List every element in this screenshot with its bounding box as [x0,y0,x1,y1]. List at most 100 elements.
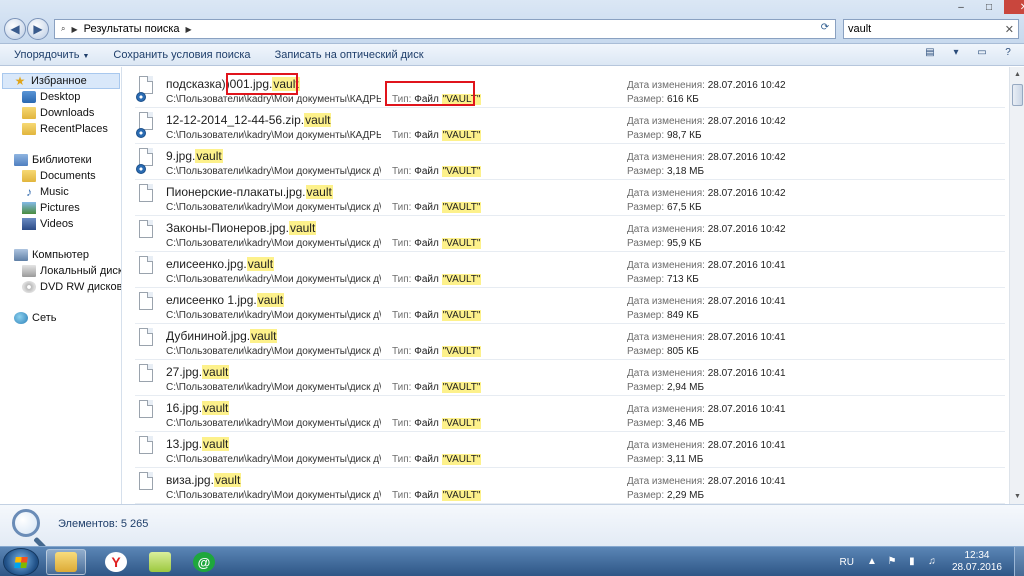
nav-favorites[interactable]: ★ Избранное [2,73,120,89]
back-button[interactable]: ◀ [4,18,26,40]
nav-label: RecentPlaces [40,123,108,135]
file-name[interactable]: виза.jpg.vault [166,473,242,487]
minimize-button[interactable]: – [948,0,974,14]
file-name[interactable]: елисеенко 1.jpg.vault [166,293,285,307]
nav-desktop[interactable]: Desktop [22,89,80,105]
file-row[interactable]: елисеенко.jpg.vault C:\Пользователи\kadry… [135,252,1005,288]
nav-label: DVD RW дисковод (D [40,281,122,293]
file-name[interactable]: 16.jpg.vault [166,401,230,415]
nav-documents[interactable]: Documents [22,168,96,184]
organize-button[interactable]: Упорядочить ▼ [14,49,89,61]
nav-label: Music [40,186,69,198]
taskbar-mail-agent[interactable]: @ [184,549,224,575]
nav-videos[interactable]: Videos [22,216,73,232]
file-name[interactable]: 13.jpg.vault [166,437,230,451]
start-button[interactable] [3,548,39,576]
action-center-flag-icon[interactable]: ⚑ [886,556,898,568]
size-label: Размер: [627,202,665,213]
nav-recent-places[interactable]: RecentPlaces [22,121,108,137]
file-date: Дата изменения: 28.07.2016 10:41 [627,440,786,451]
nav-computer[interactable]: Компьютер [14,247,89,263]
taskbar-folder[interactable] [140,549,180,575]
window-controls: – □ ✕ [946,0,1024,16]
refresh-icon[interactable]: ⟳ [817,22,833,36]
clear-search-icon[interactable]: ✕ [1005,23,1014,36]
nav-downloads[interactable]: Downloads [22,105,94,121]
size-label: Размер: [627,274,665,285]
forward-button[interactable]: ▶ [27,18,49,40]
view-dropdown-icon[interactable]: ▾ [948,47,964,62]
maximize-button[interactable]: □ [976,0,1002,14]
burn-disc-button[interactable]: Записать на оптический диск [275,49,424,61]
language-indicator[interactable]: RU [839,557,853,568]
file-name[interactable]: 27.jpg.vault [166,365,230,379]
view-options-icon[interactable]: ▤ [922,47,938,62]
size-label: Размер: [627,94,665,105]
size-value: 616 КБ [666,94,699,105]
file-size: Размер: 2,29 МБ [627,490,704,501]
file-path: C:\Пользователи\kadry\Мои документы\диск… [166,418,381,429]
date-label: Дата изменения: [627,368,705,379]
file-size: Размер: 805 КБ [627,346,699,357]
nav-local-disk[interactable]: Локальный диск (C: [22,263,121,279]
nav-dvd-drive[interactable]: DVD RW дисковод (D [22,279,122,295]
file-name[interactable]: 12-12-2014_12-44-56.zip.vault [166,113,332,127]
file-row[interactable]: Дубининой.jpg.vault C:\Пользователи\kadry… [135,324,1005,360]
file-row[interactable]: 27.jpg.vault C:\Пользователи\kadry\Мои до… [135,360,1005,396]
file-date: Дата изменения: 28.07.2016 10:41 [627,296,786,307]
breadcrumb-chevron-icon[interactable]: ▶ [71,25,77,34]
address-bar[interactable]: ⌕ ▶ Результаты поиска ▶ ⟳ [54,19,836,39]
file-name[interactable]: Пионерские-плакаты.jpg.vault [166,185,333,199]
nav-label: Pictures [40,202,80,214]
file-row[interactable]: 12-12-2014_12-44-56.zip.vault C:\Пользова… [135,108,1005,144]
file-row[interactable]: виза.jpg.vault C:\Пользователи\kadry\Мои … [135,468,1005,504]
scroll-down-icon[interactable]: ▼ [1010,489,1024,504]
file-size: Размер: 713 КБ [627,274,699,285]
preview-pane-icon[interactable]: ▭ [974,47,990,62]
file-row[interactable]: 13.jpg.vault C:\Пользователи\kadry\Мои до… [135,432,1005,468]
network-icon [14,312,28,324]
network-status-icon[interactable]: ▮ [906,556,918,568]
file-name[interactable]: Дубининой.jpg.vault [166,329,278,343]
search-highlight: vault [213,473,242,487]
taskbar-yandex-browser[interactable]: Y [96,549,136,575]
file-row[interactable]: Пионерские-плакаты.jpg.vault C:\Пользоват… [135,180,1005,216]
nav-libraries[interactable]: Библиотеки [14,152,92,168]
close-button[interactable]: ✕ [1004,0,1024,14]
search-highlight: vault [195,149,223,163]
taskbar-explorer[interactable] [46,549,86,575]
file-icon [139,256,153,274]
vertical-scrollbar[interactable]: ▲ ▼ [1009,67,1024,504]
file-name[interactable]: 9.jpg.vault [166,149,223,163]
nav-music[interactable]: ♪ Music [22,184,69,200]
nav-label: Компьютер [32,249,89,261]
organize-label: Упорядочить [14,48,80,61]
file-row[interactable]: 9.jpg.vault C:\Пользователи\kadry\Мои док… [135,144,1005,180]
file-icon [139,400,153,418]
file-row[interactable]: Законы-Пионеров.jpg.vault C:\Пользователи… [135,216,1005,252]
breadcrumb-search-results[interactable]: Результаты поиска [84,23,180,35]
type-highlight: "VAULT" [441,346,482,357]
volume-icon[interactable]: ♫ [926,556,938,568]
nav-pictures[interactable]: Pictures [22,200,80,216]
system-tray: RU ▲ ⚑ ▮ ♫ 12:34 28.07.2016 [839,547,1024,576]
type-value: Файл [414,130,442,141]
file-row[interactable]: 16.jpg.vault C:\Пользователи\kadry\Мои до… [135,396,1005,432]
file-row[interactable]: елисеенко 1.jpg.vault C:\Пользователи\kad… [135,288,1005,324]
breadcrumb-chevron-icon[interactable]: ▶ [186,25,192,34]
search-box[interactable]: ✕ [843,19,1019,39]
show-desktop-button[interactable] [1014,547,1024,576]
scroll-up-icon[interactable]: ▲ [1010,67,1024,82]
scroll-thumb[interactable] [1012,84,1023,106]
show-hidden-icons-icon[interactable]: ▲ [866,556,878,568]
help-icon[interactable]: ? [1000,47,1016,62]
save-search-button[interactable]: Сохранить условия поиска [113,49,250,61]
annotation-box-filetype [385,81,475,106]
nav-network[interactable]: Сеть [14,310,56,326]
clock[interactable]: 12:34 28.07.2016 [952,550,1002,574]
date-value: 28.07.2016 10:41 [707,404,786,415]
file-name[interactable]: елисеенко.jpg.vault [166,257,275,271]
file-name[interactable]: Законы-Пионеров.jpg.vault [166,221,317,235]
file-date: Дата изменения: 28.07.2016 10:41 [627,476,786,487]
search-input[interactable] [848,23,988,35]
